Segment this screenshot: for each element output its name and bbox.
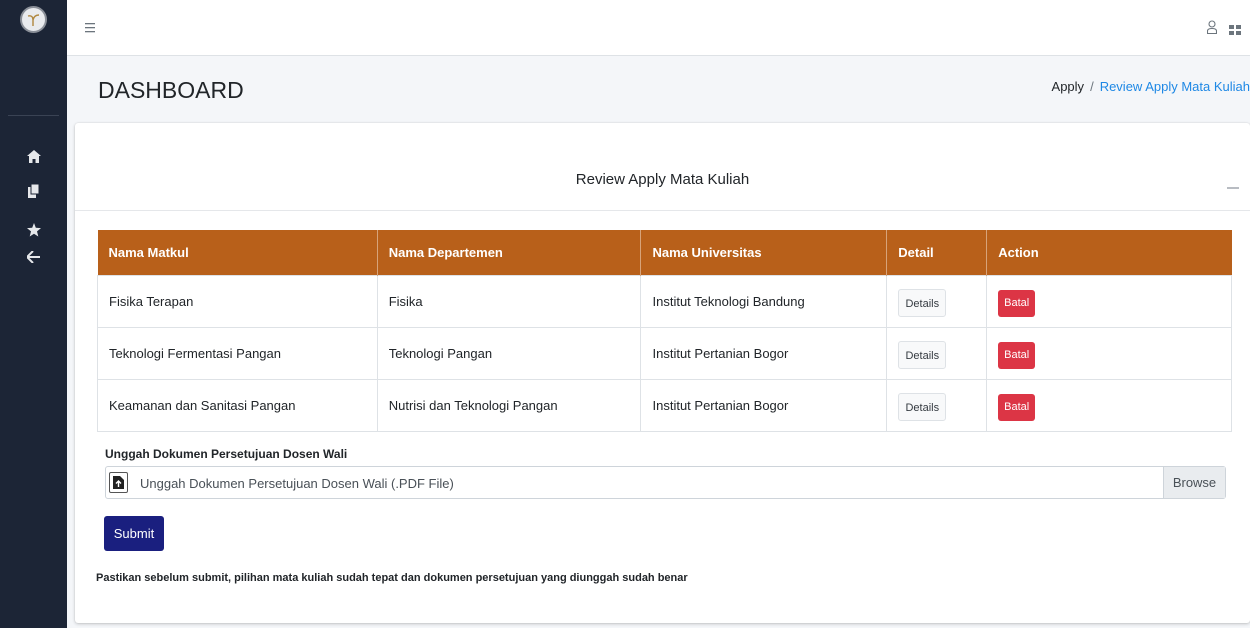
details-button[interactable]: Details (898, 341, 947, 369)
breadcrumb-review-apply[interactable]: Review Apply Mata Kuliah (1100, 79, 1250, 94)
header-action: Action (986, 230, 1232, 275)
batal-button[interactable]: Batal (998, 341, 1036, 369)
details-button[interactable]: Details (898, 289, 947, 317)
cell-matkul: Teknologi Fermentasi Pangan (97, 326, 378, 380)
file-upload-icon[interactable] (109, 472, 128, 493)
cell-universitas: Institut Pertanian Bogor (640, 326, 888, 380)
collapse-icon[interactable] (1227, 187, 1239, 189)
table-row: Teknologi Fermentasi Pangan Teknologi Pa… (97, 326, 1232, 380)
cell-matkul: Fisika Terapan (97, 274, 378, 328)
submit-button[interactable]: Submit (104, 516, 164, 551)
hamburger-icon[interactable] (85, 20, 103, 36)
browse-button[interactable]: Browse (1163, 467, 1225, 498)
star-icon (26, 223, 41, 237)
breadcrumb-separator: / (1090, 79, 1094, 94)
page-title: DASHBOARD (98, 77, 244, 103)
upload-placeholder: Unggah Dokumen Persetujuan Dosen Wali (.… (140, 476, 454, 491)
sidebar-item-home[interactable] (0, 141, 67, 171)
details-button[interactable]: Details (898, 393, 947, 421)
card-header: Review Apply Mata Kuliah (75, 123, 1250, 211)
top-navbar (67, 0, 1250, 56)
header-detail: Detail (886, 230, 988, 275)
cell-action: Batal (986, 378, 1232, 432)
documents-icon (27, 184, 39, 198)
upload-label: Unggah Dokumen Persetujuan Dosen Wali (105, 447, 348, 461)
sidebar-item-favorites[interactable] (0, 215, 67, 245)
batal-button[interactable]: Batal (998, 393, 1036, 421)
cell-departemen: Fisika (376, 274, 642, 328)
cell-detail: Details (886, 326, 988, 380)
cell-universitas: Institut Pertanian Bogor (640, 378, 888, 432)
upload-file-input[interactable]: Unggah Dokumen Persetujuan Dosen Wali (.… (105, 466, 1226, 499)
cell-departemen: Teknologi Pangan (376, 326, 642, 380)
cell-matkul: Keamanan dan Sanitasi Pangan (97, 378, 378, 432)
home-icon (26, 149, 41, 163)
cell-universitas: Institut Teknologi Bandung (640, 274, 888, 328)
cell-departemen: Nutrisi dan Teknologi Pangan (376, 378, 642, 432)
cell-detail: Details (886, 378, 988, 432)
header-nama-matkul: Nama Matkul (97, 230, 378, 275)
review-card: Review Apply Mata Kuliah Nama Matkul Nam… (75, 123, 1250, 623)
cell-action: Batal (986, 326, 1232, 380)
app-logo[interactable] (20, 6, 47, 33)
table-row: Fisika Terapan Fisika Institut Teknologi… (97, 274, 1232, 328)
cell-action: Batal (986, 274, 1232, 328)
submit-note: Pastikan sebelum submit, pilihan mata ku… (96, 572, 688, 584)
sidebar-item-back[interactable] (0, 242, 67, 272)
grid-icon[interactable] (1229, 22, 1241, 40)
batal-button[interactable]: Batal (998, 289, 1036, 317)
sidebar-item-documents[interactable] (0, 176, 67, 206)
cell-detail: Details (886, 274, 988, 328)
table-header-row: Nama Matkul Nama Departemen Nama Univers… (97, 230, 1232, 275)
sidebar-divider (8, 115, 59, 116)
user-icon[interactable] (1206, 20, 1218, 39)
header-nama-universitas: Nama Universitas (640, 230, 888, 275)
breadcrumb: Apply / Review Apply Mata Kuliah (1052, 79, 1250, 94)
header-nama-departemen: Nama Departemen (377, 230, 642, 275)
breadcrumb-apply[interactable]: Apply (1052, 79, 1085, 94)
card-title: Review Apply Mata Kuliah (575, 171, 750, 188)
table-row: Keamanan dan Sanitasi Pangan Nutrisi dan… (97, 378, 1232, 432)
arrow-left-icon (27, 251, 40, 263)
apply-table: Nama Matkul Nama Departemen Nama Univers… (97, 230, 1232, 432)
sidebar (0, 0, 67, 628)
